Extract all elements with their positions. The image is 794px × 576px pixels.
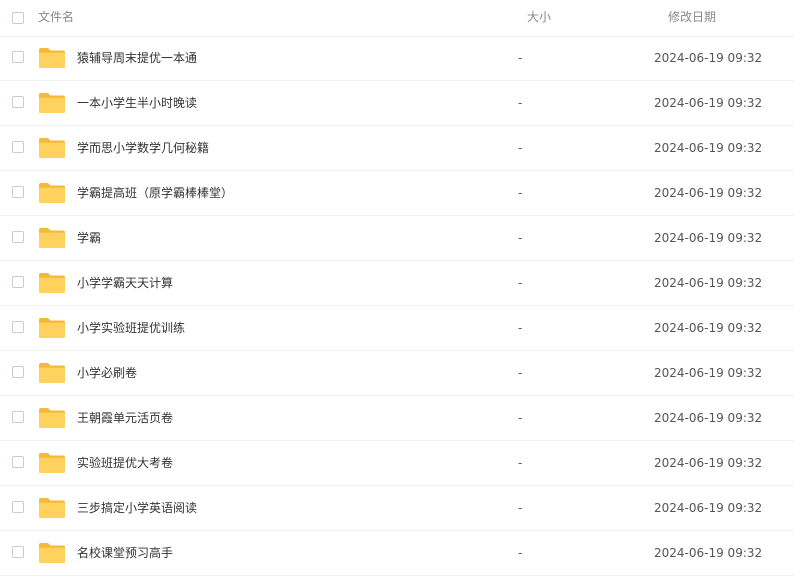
file-name[interactable]: 猿辅导周末提优一本通: [77, 50, 197, 66]
folder-icon: [39, 138, 65, 158]
file-name[interactable]: 一本小学生半小时晚读: [77, 95, 197, 111]
file-size: -: [518, 546, 523, 560]
table-row[interactable]: 学霸 - 2024-06-19 09:32: [0, 216, 794, 261]
table-row[interactable]: 一本小学生半小时晚读 - 2024-06-19 09:32: [0, 81, 794, 126]
row-checkbox[interactable]: [12, 366, 24, 378]
table-row[interactable]: 小学学霸天天计算 - 2024-06-19 09:32: [0, 261, 794, 306]
table-row[interactable]: 王朝霞单元活页卷 - 2024-06-19 09:32: [0, 396, 794, 441]
modified-date: 2024-06-19 09:32: [654, 546, 763, 560]
folder-icon: [39, 273, 65, 293]
table-row[interactable]: 猿辅导周末提优一本通 - 2024-06-19 09:32: [0, 36, 794, 81]
file-name[interactable]: 三步搞定小学英语阅读: [77, 500, 197, 516]
modified-date: 2024-06-19 09:32: [654, 141, 763, 155]
row-checkbox[interactable]: [12, 411, 24, 423]
file-size: -: [518, 51, 523, 65]
file-name[interactable]: 名校课堂预习高手: [77, 545, 173, 561]
modified-date: 2024-06-19 09:32: [654, 411, 763, 425]
file-size: -: [518, 321, 523, 335]
table-row[interactable]: 名校课堂预习高手 - 2024-06-19 09:32: [0, 531, 794, 576]
file-size: -: [518, 141, 523, 155]
row-checkbox[interactable]: [12, 546, 24, 558]
folder-icon: [39, 228, 65, 248]
modified-date: 2024-06-19 09:32: [654, 501, 763, 515]
table-row[interactable]: 学霸提高班（原学霸棒棒堂） - 2024-06-19 09:32: [0, 171, 794, 216]
file-name[interactable]: 学霸提高班（原学霸棒棒堂）: [77, 185, 233, 201]
folder-icon: [39, 363, 65, 383]
row-checkbox[interactable]: [12, 276, 24, 288]
table-row[interactable]: 学而思小学数学几何秘籍 - 2024-06-19 09:32: [0, 126, 794, 171]
folder-icon: [39, 543, 65, 563]
file-size: -: [518, 456, 523, 470]
modified-date: 2024-06-19 09:32: [654, 51, 763, 65]
folder-icon: [39, 318, 65, 338]
file-size: -: [518, 276, 523, 290]
table-row[interactable]: 三步搞定小学英语阅读 - 2024-06-19 09:32: [0, 486, 794, 531]
file-name[interactable]: 实验班提优大考卷: [77, 455, 173, 471]
file-name[interactable]: 小学实验班提优训练: [77, 320, 185, 336]
file-name[interactable]: 学霸: [77, 230, 101, 246]
file-size: -: [518, 186, 523, 200]
table-row[interactable]: 小学必刷卷 - 2024-06-19 09:32: [0, 351, 794, 396]
file-size: -: [518, 411, 523, 425]
file-size: -: [518, 366, 523, 380]
file-list: 文件名 大小 修改日期 猿辅导周末提优一本通 -2024-06-19 09:32 一…: [0, 0, 794, 576]
row-checkbox[interactable]: [12, 141, 24, 153]
modified-date: 2024-06-19 09:32: [654, 366, 763, 380]
row-checkbox[interactable]: [12, 96, 24, 108]
file-name[interactable]: 王朝霞单元活页卷: [77, 410, 173, 426]
row-checkbox[interactable]: [12, 186, 24, 198]
folder-icon: [39, 48, 65, 68]
file-size: -: [518, 501, 523, 515]
file-name[interactable]: 小学必刷卷: [77, 365, 137, 381]
modified-date: 2024-06-19 09:32: [654, 321, 763, 335]
file-size: -: [518, 231, 523, 245]
table-row[interactable]: 实验班提优大考卷 - 2024-06-19 09:32: [0, 441, 794, 486]
file-size: -: [518, 96, 523, 110]
folder-icon: [39, 408, 65, 428]
modified-date: 2024-06-19 09:32: [654, 276, 763, 290]
modified-date: 2024-06-19 09:32: [654, 96, 763, 110]
file-name[interactable]: 学而思小学数学几何秘籍: [77, 140, 209, 156]
column-header-name[interactable]: 文件名: [38, 10, 74, 24]
row-checkbox[interactable]: [12, 231, 24, 243]
row-checkbox[interactable]: [12, 501, 24, 513]
file-name[interactable]: 小学学霸天天计算: [77, 275, 173, 291]
column-header-size[interactable]: 大小: [527, 10, 551, 24]
folder-icon: [39, 498, 65, 518]
row-checkbox[interactable]: [12, 51, 24, 63]
row-checkbox[interactable]: [12, 321, 24, 333]
select-all-checkbox[interactable]: [12, 12, 24, 24]
list-header: 文件名 大小 修改日期: [0, 0, 794, 37]
column-header-date[interactable]: 修改日期: [668, 10, 716, 24]
folder-icon: [39, 183, 65, 203]
folder-icon: [39, 453, 65, 473]
modified-date: 2024-06-19 09:32: [654, 186, 763, 200]
table-row[interactable]: 小学实验班提优训练 - 2024-06-19 09:32: [0, 306, 794, 351]
folder-icon: [39, 93, 65, 113]
modified-date: 2024-06-19 09:32: [654, 456, 763, 470]
row-checkbox[interactable]: [12, 456, 24, 468]
modified-date: 2024-06-19 09:32: [654, 231, 763, 245]
